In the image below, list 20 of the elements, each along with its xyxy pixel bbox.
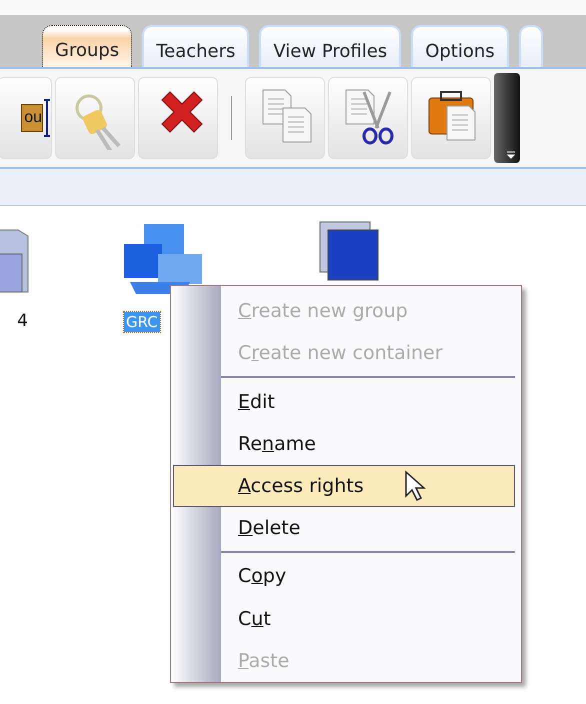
toolbar-button[interactable] — [328, 77, 408, 159]
tab[interactable]: Teachers — [142, 25, 250, 67]
toolbar-button[interactable] — [138, 77, 218, 159]
dropdown-arrow-icon — [506, 151, 516, 159]
menu-item[interactable]: Copy — [221, 555, 515, 598]
text-widget: ou — [21, 104, 43, 132]
text-cursor-icon — [43, 98, 51, 138]
menu-item[interactable]: Delete — [221, 507, 515, 550]
tab[interactable]: Options — [411, 25, 509, 67]
menu-item[interactable]: Edit — [221, 380, 515, 423]
toolbar-button[interactable] — [411, 77, 491, 159]
menu-item[interactable]: Access rights — [173, 464, 515, 508]
menu-item[interactable]: Cut — [221, 598, 515, 640]
tab[interactable]: View Profiles — [259, 25, 402, 67]
menu-item[interactable]: Rename — [221, 422, 515, 465]
item-label[interactable]: 4 — [15, 310, 30, 332]
mouse-pointer-icon — [404, 470, 426, 502]
toolbar-overflow-handle[interactable] — [494, 73, 520, 163]
toolbar-button[interactable]: ou — [0, 77, 52, 159]
tab[interactable]: Groups — [42, 25, 132, 67]
